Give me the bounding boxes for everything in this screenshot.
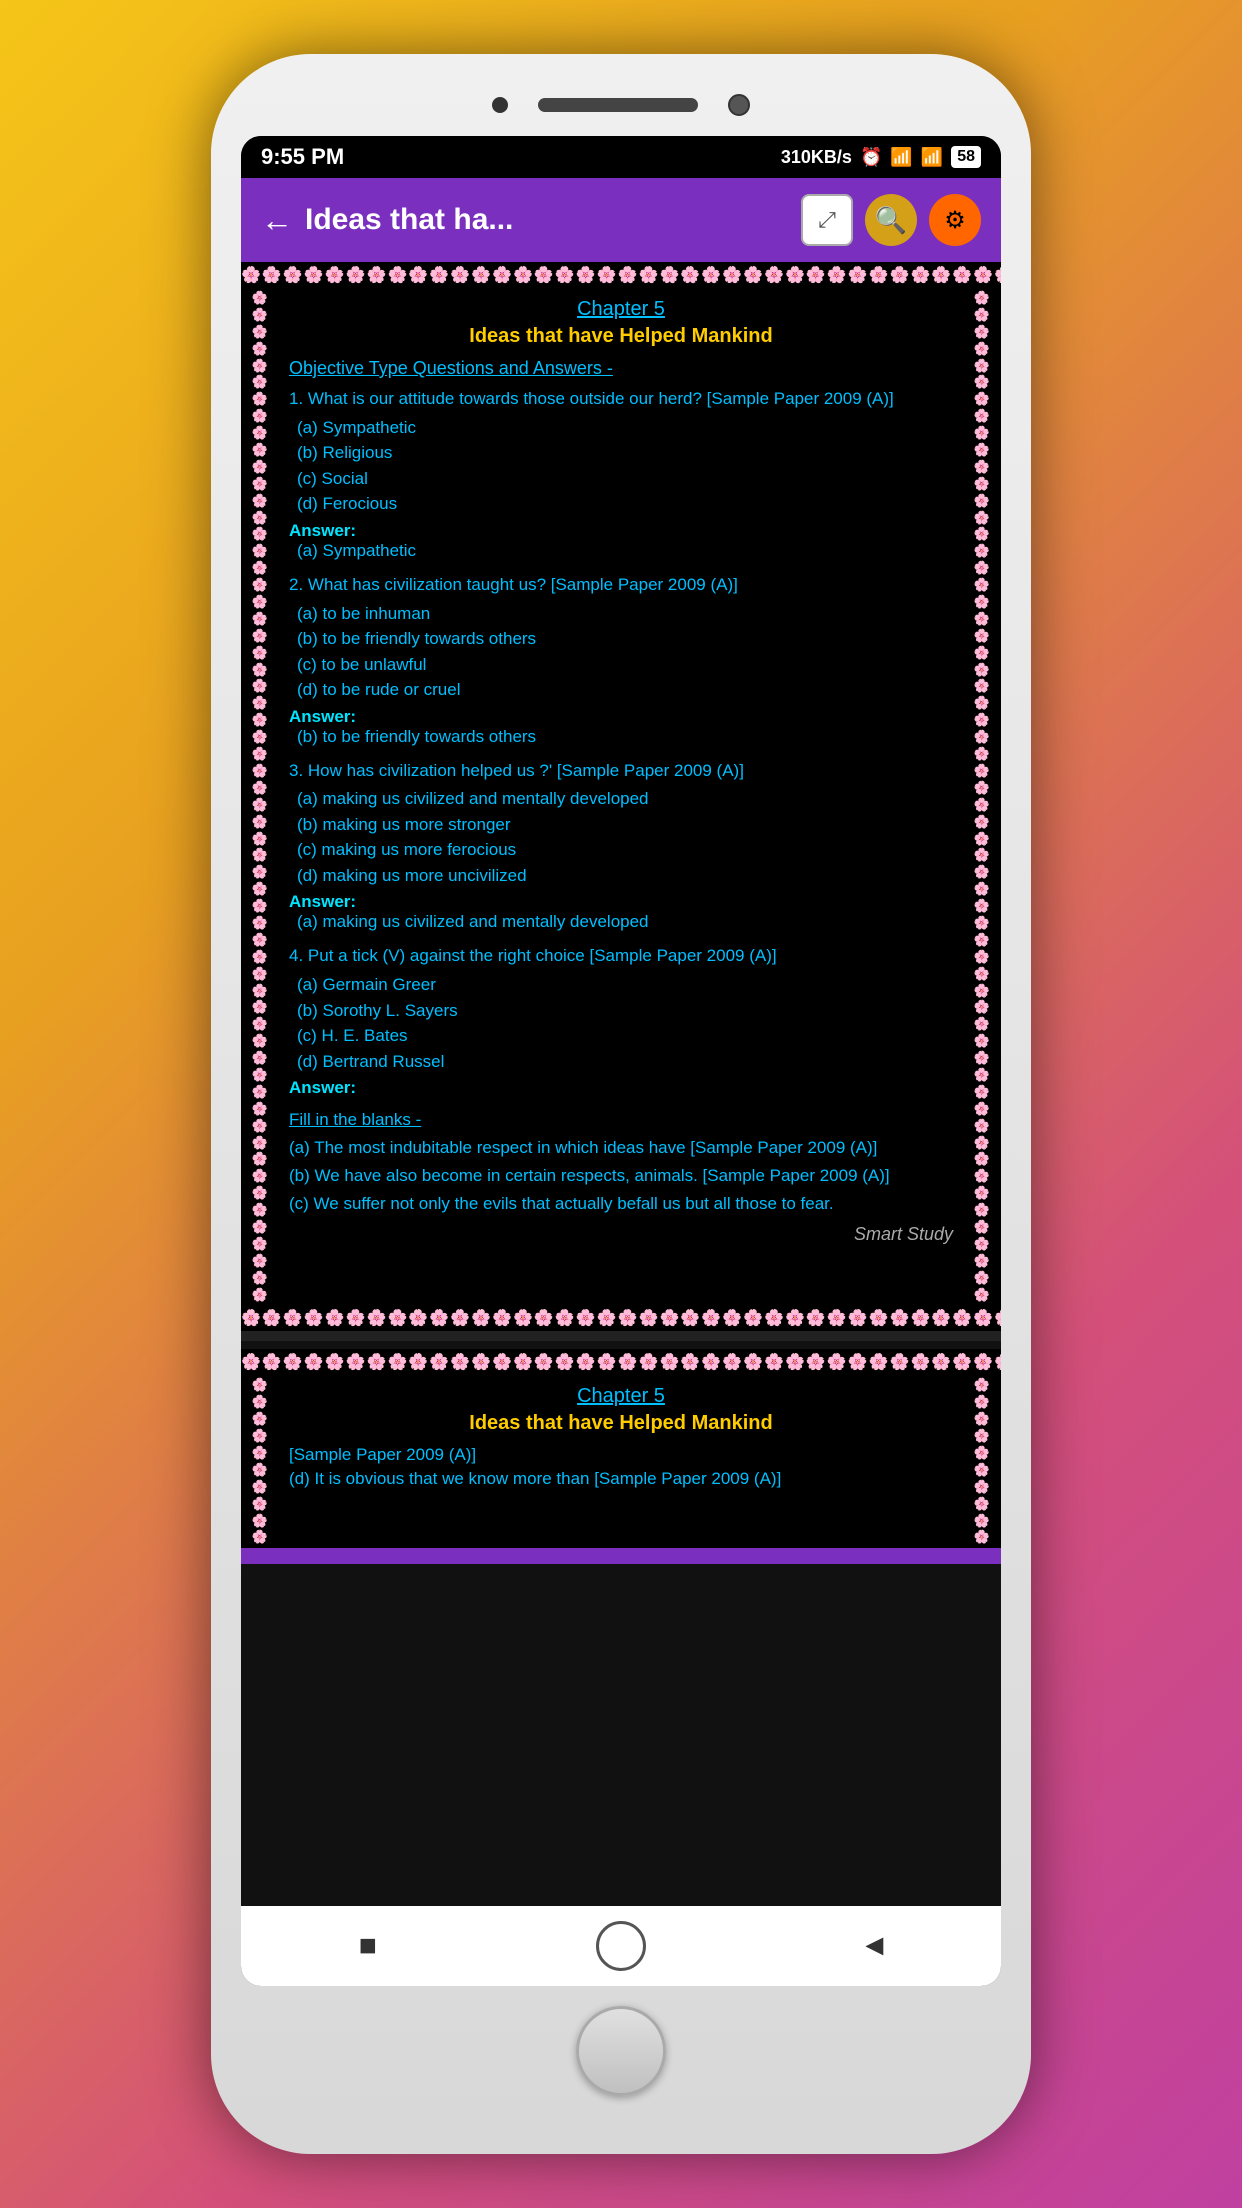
q1-answer-label: Answer: (289, 521, 953, 541)
q3-opt-d: (d) making us more uncivilized (297, 863, 953, 889)
header-title: Ideas that ha... (305, 203, 513, 237)
question-1: 1. What is our attitude towards those ou… (289, 387, 953, 561)
status-bar: 9:55 PM 310KB/s ⏰ 📶 📶 58 (241, 136, 1001, 178)
q4-text: 4. Put a tick (V) against the right choi… (289, 944, 953, 968)
section-heading: Objective Type Questions and Answers - (289, 358, 953, 379)
app-header: ← Ideas that ha... ⤢ 🔍 ⚙ (241, 178, 1001, 262)
expand-icon: ⤢ (818, 207, 836, 233)
fill-item-b: (b) We have also become in certain respe… (289, 1164, 953, 1188)
clock-icon: ⏰ (860, 147, 882, 168)
q4-opt-a: (a) Germain Greer (297, 972, 953, 998)
q4-opt-b: (b) Sorothy L. Sayers (297, 998, 953, 1024)
phone-top-bar (231, 84, 1011, 136)
q1-opt-b: (b) Religious (297, 440, 953, 466)
fill-item-a: (a) The most indubitable respect in whic… (289, 1136, 953, 1160)
header-left: ← Ideas that ha... (261, 202, 513, 239)
network-speed: 310KB/s (781, 147, 852, 168)
purple-banner (241, 1548, 1001, 1564)
q3-text: 3. How has civilization helped us ?' [Sa… (289, 759, 953, 783)
p2-book-title: Ideas that have Helped Mankind (289, 1412, 953, 1435)
expand-button[interactable]: ⤢ (801, 194, 853, 246)
phone-outer: 9:55 PM 310KB/s ⏰ 📶 📶 58 ← Ideas that ha… (211, 54, 1031, 2154)
back-button[interactable]: ← (261, 202, 293, 239)
q1-opt-a: (a) Sympathetic (297, 415, 953, 441)
q2-answer-label: Answer: (289, 707, 953, 727)
page-2-content: Chapter 5 Ideas that have Helped Mankind… (279, 1375, 963, 1548)
stop-icon: ■ (359, 1929, 377, 1963)
content-area[interactable]: 🌸🌸🌸🌸🌸🌸🌸🌸🌸🌸🌸🌸🌸🌸🌸🌸🌸🌸🌸🌸🌸🌸🌸🌸🌸🌸🌸🌸🌸🌸🌸🌸🌸🌸🌸🌸🌸🌸🌸🌸… (241, 262, 1001, 1906)
speaker (538, 98, 698, 112)
phone-screen: 9:55 PM 310KB/s ⏰ 📶 📶 58 ← Ideas that ha… (241, 136, 1001, 1986)
top-flower-border: 🌸🌸🌸🌸🌸🌸🌸🌸🌸🌸🌸🌸🌸🌸🌸🌸🌸🌸🌸🌸🌸🌸🌸🌸🌸🌸🌸🌸🌸🌸🌸🌸🌸🌸🌸🌸🌸🌸🌸🌸… (241, 262, 1001, 288)
phone-bottom (576, 1986, 666, 2106)
settings-icon: ⚙ (944, 206, 966, 235)
question-4: 4. Put a tick (V) against the right choi… (289, 944, 953, 1098)
q2-text: 2. What has civilization taught us? [Sam… (289, 573, 953, 597)
rear-camera-icon (728, 94, 750, 116)
q2-opt-b: (b) to be friendly towards others (297, 626, 953, 652)
page-1-content: Chapter 5 Ideas that have Helped Mankind… (279, 288, 963, 1305)
page-gap (241, 1331, 1001, 1341)
fill-blanks-section: Fill in the blanks - (a) The most indubi… (289, 1110, 953, 1215)
q3-answer-label: Answer: (289, 892, 953, 912)
q1-opt-d: (d) Ferocious (297, 491, 953, 517)
q4-opt-d: (d) Bertrand Russel (297, 1049, 953, 1075)
q1-opt-c: (c) Social (297, 466, 953, 492)
page-1: 🌸🌸🌸🌸🌸🌸🌸🌸🌸🌸🌸🌸🌸🌸🌸🌸🌸🌸🌸🌸🌸🌸🌸🌸🌸🌸🌸🌸🌸🌸🌸🌸🌸🌸🌸🌸🌸🌸🌸🌸… (241, 262, 1001, 1331)
p2-partial-text: (d) It is obvious that we know more than… (289, 1469, 953, 1489)
search-icon: 🔍 (875, 205, 907, 236)
search-button[interactable]: 🔍 (865, 194, 917, 246)
question-3: 3. How has civilization helped us ?' [Sa… (289, 759, 953, 933)
status-time: 9:55 PM (261, 144, 344, 170)
battery-indicator: 58 (951, 146, 981, 168)
bottom-flower-border: 🌸🌸🌸🌸🌸🌸🌸🌸🌸🌸🌸🌸🌸🌸🌸🌸🌸🌸🌸🌸🌸🌸🌸🌸🌸🌸🌸🌸🌸🌸🌸🌸🌸🌸🌸🌸🌸🌸🌸🌸… (241, 1305, 1001, 1331)
home-circle-icon (596, 1921, 646, 1971)
q3-opt-a: (a) making us civilized and mentally dev… (297, 786, 953, 812)
p2-right-flowers: 🌸🌸🌸🌸🌸🌸🌸🌸🌸🌸 (974, 1375, 990, 1548)
header-icons: ⤢ 🔍 ⚙ (801, 194, 981, 246)
physical-home-button[interactable] (576, 2006, 666, 2096)
q1-answer: (a) Sympathetic (297, 541, 953, 561)
chapter-title: Chapter 5 (289, 298, 953, 321)
q4-answer-label: Answer: (289, 1078, 953, 1098)
left-flowers: 🌸🌸🌸🌸🌸🌸🌸🌸🌸🌸🌸🌸🌸🌸🌸🌸🌸🌸🌸🌸🌸🌸🌸🌸🌸🌸🌸🌸🌸🌸🌸🌸🌸🌸🌸🌸🌸🌸🌸🌸… (252, 288, 268, 1305)
p2-sample-tag: [Sample Paper 2009 (A)] (289, 1445, 953, 1465)
fill-item-c: (c) We suffer not only the evils that ac… (289, 1192, 953, 1216)
q2-answer: (b) to be friendly towards others (297, 727, 953, 747)
q2-opt-d: (d) to be rude or cruel (297, 677, 953, 703)
settings-button[interactable]: ⚙ (929, 194, 981, 246)
p2-chapter-title: Chapter 5 (289, 1385, 953, 1408)
right-flowers: 🌸🌸🌸🌸🌸🌸🌸🌸🌸🌸🌸🌸🌸🌸🌸🌸🌸🌸🌸🌸🌸🌸🌸🌸🌸🌸🌸🌸🌸🌸🌸🌸🌸🌸🌸🌸🌸🌸🌸🌸… (974, 288, 990, 1305)
q2-opt-c: (c) to be unlawful (297, 652, 953, 678)
page-2: 🌸🌸🌸🌸🌸🌸🌸🌸🌸🌸🌸🌸🌸🌸🌸🌸🌸🌸🌸🌸🌸🌸🌸🌸🌸🌸🌸🌸🌸🌸🌸🌸🌸🌸🌸🌸🌸🌸🌸🌸… (241, 1349, 1001, 1564)
book-title: Ideas that have Helped Mankind (289, 325, 953, 348)
home-button[interactable] (591, 1916, 651, 1976)
signal-icon: 📶 (890, 147, 912, 168)
bottom-nav: ■ ◄ (241, 1906, 1001, 1986)
q4-opt-c: (c) H. E. Bates (297, 1023, 953, 1049)
front-camera-icon (492, 97, 508, 113)
p2-left-flowers: 🌸🌸🌸🌸🌸🌸🌸🌸🌸🌸 (252, 1375, 268, 1548)
q3-opt-c: (c) making us more ferocious (297, 837, 953, 863)
question-2: 2. What has civilization taught us? [Sam… (289, 573, 953, 747)
signal-icon2: 📶 (921, 147, 943, 168)
fill-blanks-heading: Fill in the blanks - (289, 1110, 953, 1130)
watermark: Smart Study (289, 1224, 953, 1245)
back-button-nav[interactable]: ◄ (844, 1916, 904, 1976)
q3-opt-b: (b) making us more stronger (297, 812, 953, 838)
status-right: 310KB/s ⏰ 📶 📶 58 (781, 146, 981, 168)
q1-text: 1. What is our attitude towards those ou… (289, 387, 953, 411)
back-icon: ◄ (859, 1929, 889, 1963)
q2-opt-a: (a) to be inhuman (297, 601, 953, 627)
p2-top-flower-border: 🌸🌸🌸🌸🌸🌸🌸🌸🌸🌸🌸🌸🌸🌸🌸🌸🌸🌸🌸🌸🌸🌸🌸🌸🌸🌸🌸🌸🌸🌸🌸🌸🌸🌸🌸🌸🌸🌸🌸🌸… (241, 1349, 1001, 1375)
q3-answer: (a) making us civilized and mentally dev… (297, 912, 953, 932)
stop-button[interactable]: ■ (338, 1916, 398, 1976)
